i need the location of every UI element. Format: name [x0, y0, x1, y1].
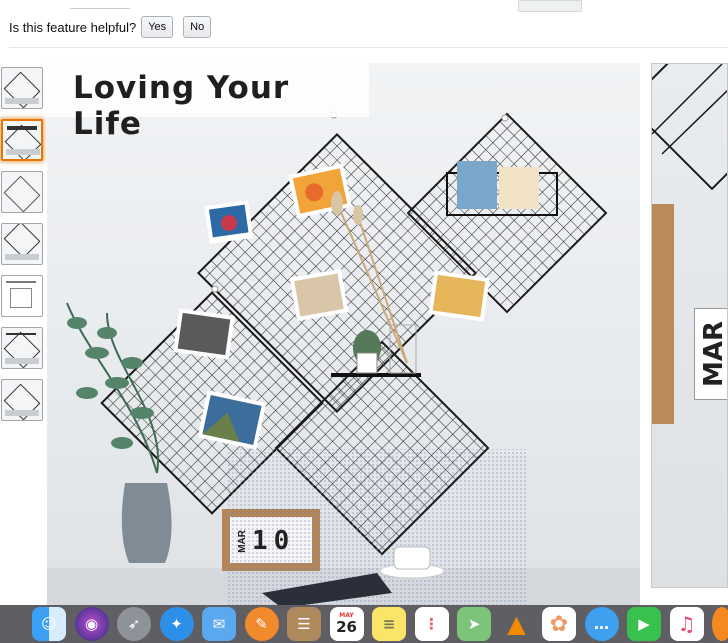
thumbnail-7[interactable] [1, 379, 43, 421]
no-button[interactable]: No [183, 16, 212, 38]
wall-grid-illustration [47, 111, 640, 605]
messages-icon[interactable]: … [584, 607, 619, 641]
desk-calendar: MAR 10 [237, 522, 313, 560]
thumbnail-4[interactable] [1, 223, 43, 265]
yes-button[interactable]: Yes [141, 16, 174, 38]
image-title: Loving Your Life [73, 70, 290, 142]
previous-review-thumbnail[interactable] [518, 0, 582, 12]
previous-review-image[interactable] [70, 0, 130, 9]
thumbnail-1[interactable] [1, 67, 43, 109]
music-icon[interactable]: ♫ [669, 607, 704, 641]
dock-calendar-day: 26 [336, 618, 357, 636]
main-product-image[interactable]: Loving Your Life MAR 10 [47, 63, 640, 605]
calendar-icon[interactable]: MAY 26 [329, 607, 364, 641]
thumbnail-5[interactable] [1, 275, 43, 317]
thumbnail-list [1, 67, 43, 431]
contacts-icon[interactable]: ☰ [287, 607, 321, 641]
desk-calendar-month: MAR [237, 529, 248, 553]
thumbnail-3[interactable] [1, 171, 43, 213]
calendar-tag-month: MAR [699, 320, 728, 387]
vlc-icon[interactable]: ▲ [500, 607, 534, 641]
title-banner: Loving Your Life [47, 63, 369, 142]
launchpad-icon[interactable]: ➶ [117, 607, 151, 641]
thumbnail-2-selected[interactable] [1, 119, 43, 161]
secondary-grid-illustration [652, 64, 727, 191]
wood-frame [652, 204, 674, 424]
mail-icon[interactable]: ✉ [202, 607, 236, 641]
photos-icon[interactable]: ✿ [542, 607, 576, 641]
reminders-icon[interactable]: ⋮ [414, 607, 449, 641]
pages-icon[interactable]: ✎ [244, 607, 279, 641]
notes-icon[interactable]: ≡ [372, 607, 406, 641]
desk-calendar-day: 10 [252, 526, 296, 556]
facetime-icon[interactable]: ▶ [627, 607, 661, 641]
calendar-tag: MAR [694, 308, 728, 400]
maps-icon[interactable]: ➤ [457, 607, 491, 641]
helpful-question: Is this feature helpful? [9, 19, 137, 35]
dock: ☺ ◉ ➶ ✦ ✉ ✎ ☰ MAY 26 ≡ ⋮ ➤ ▲ ✿ … ▶ ♫ [0, 605, 728, 643]
top-strip [0, 0, 728, 14]
secondary-product-image[interactable]: MAR [651, 63, 728, 588]
divider [9, 47, 728, 48]
page: Is this feature helpful? Yes No Loving Y… [0, 0, 728, 643]
safari-icon[interactable]: ✦ [159, 607, 194, 641]
siri-icon[interactable]: ◉ [74, 607, 109, 641]
thumbnail-6[interactable] [1, 327, 43, 369]
books-icon[interactable] [712, 607, 728, 641]
helpful-feedback: Is this feature helpful? Yes No [9, 16, 221, 38]
finder-icon[interactable]: ☺ [32, 607, 66, 641]
